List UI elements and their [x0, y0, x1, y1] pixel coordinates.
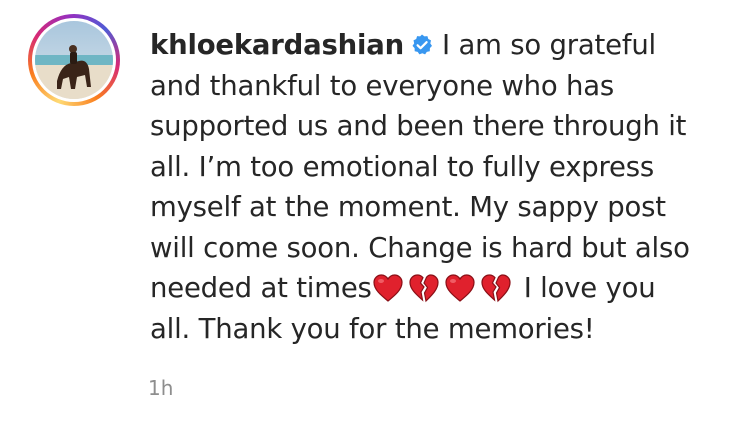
avatar-ring-gap [32, 18, 116, 102]
comment-text-line: I am so grateful [442, 29, 656, 61]
comment-body: khloekardashian I am so grateful and tha… [150, 25, 720, 349]
comment-text-line: supported us and been there through it [150, 110, 687, 142]
comment-text-line: all. Thank you for the memories! [150, 312, 595, 345]
avatar-story-ring[interactable] [28, 14, 120, 106]
comment-text-line: all. I’m too emotional to fully express [150, 150, 655, 183]
username-link[interactable]: khloekardashian [150, 29, 404, 61]
verified-badge-icon [412, 34, 432, 55]
red-heart-emoji-icon [445, 274, 475, 302]
comment-line-7: needed at times I love you [150, 268, 720, 309]
comment: khloekardashian I am so grateful and tha… [0, 0, 735, 427]
comment-text-line: myself at the moment. My sappy post [150, 191, 666, 223]
comment-text-line: will come soon. Change is hard but also [150, 231, 690, 264]
avatar[interactable] [35, 21, 113, 99]
red-heart-emoji-icon [373, 274, 403, 302]
comment-text-line: and thankful to everyone who has [150, 69, 615, 102]
comment-timestamp[interactable]: 1h [148, 376, 173, 400]
comment-line-1: khloekardashian I am so grateful [150, 25, 720, 66]
broken-heart-emoji-icon [481, 274, 511, 303]
broken-heart-emoji-icon [409, 274, 439, 303]
comment-text-line: needed at times [150, 272, 372, 304]
comment-text-line: I love you [523, 272, 656, 304]
